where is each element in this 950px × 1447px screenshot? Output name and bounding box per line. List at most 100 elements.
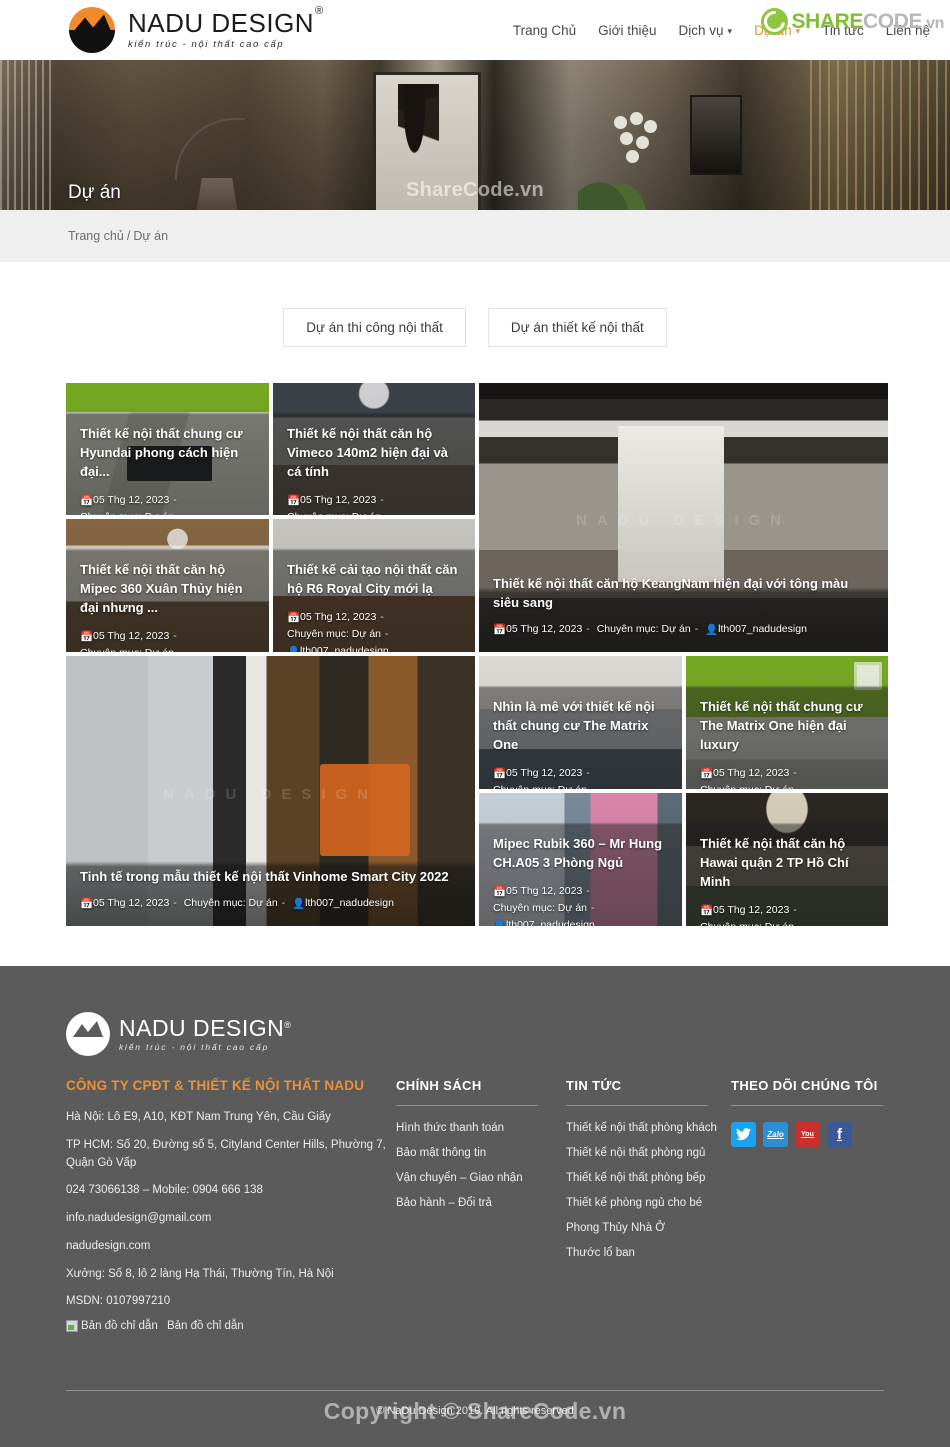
site-logo[interactable]: NADU DESIGN® kiến trúc - nội thất cao cấ…	[66, 4, 323, 56]
project-title: Thiết kế nội thất căn hộ KeangNam hiện đ…	[493, 576, 849, 610]
sharecode-watermark-hero: ShareCode.vn	[405, 179, 545, 201]
calendar-icon: 📅	[493, 623, 507, 636]
nav-item-dich-vu[interactable]: Dịch vụ ▾	[679, 23, 733, 38]
project-card-r6royal[interactable]: Thiết kế cải tạo nội thất căn hộ R6 Roya…	[273, 519, 475, 652]
project-card-matrix-one-2[interactable]: Thiết kế nội thất chung cư The Matrix On…	[686, 656, 888, 789]
project-caption: Thiết kế nội thất chung cư Hyundai phong…	[66, 425, 269, 515]
news-link-phong-ngu[interactable]: Thiết kế nội thất phòng ngủ	[566, 1147, 731, 1159]
chevron-down-icon: ▾	[727, 25, 733, 36]
news-link-phong-bep[interactable]: Thiết kế nội thất phòng bếp	[566, 1172, 731, 1184]
footer-email[interactable]: info.nadudesign@gmail.com	[66, 1210, 396, 1228]
project-meta: 📅05 Thg 12, 2023- Chuyên mục: Dự án- 👤lt…	[700, 902, 874, 926]
meta-dash: -	[591, 902, 595, 914]
user-icon: 👤	[705, 623, 719, 636]
category-label: Chuyên mục:	[287, 628, 349, 640]
project-title: Thiết kế cải tạo nội thất căn hộ R6 Roya…	[287, 562, 458, 596]
meta-dash: -	[380, 610, 384, 623]
calendar-icon: 📅	[700, 904, 714, 917]
meta-dash: -	[173, 629, 177, 642]
project-date: 05 Thg 12, 2023	[506, 884, 583, 897]
category-label: Chuyên mục:	[287, 511, 349, 515]
project-author: lth007_nadudesign	[718, 622, 807, 635]
project-category: Dự án	[661, 622, 691, 635]
hero-chandelier-icon	[612, 112, 660, 164]
project-title: Tinh tế trong mẫu thiết kế nội thất Vinh…	[80, 868, 449, 884]
hero-portrait-frame	[690, 95, 742, 175]
footer-logo[interactable]: NADU DESIGN® kiến trúc - nội thất cao cấ…	[66, 1012, 884, 1056]
breadcrumb-home[interactable]: Trang chủ	[68, 229, 124, 243]
meta-dash: -	[798, 784, 802, 789]
news-link-phong-thuy[interactable]: Phong Thủy Nhà Ở	[566, 1222, 731, 1234]
meta-dash: -	[793, 766, 797, 779]
project-caption: Thiết kế nội thất căn hộ KeangNam hiện đ…	[479, 575, 888, 638]
project-card-hawai[interactable]: Thiết kế nội thất căn hộ Hawai quận 2 TP…	[686, 793, 888, 926]
nav-label: Tin tức	[822, 22, 864, 38]
zalo-icon[interactable]: Zalo	[763, 1122, 788, 1147]
facebook-icon[interactable]: f	[827, 1122, 852, 1147]
news-link-phong-khach[interactable]: Thiết kế nội thất phòng khách	[566, 1122, 731, 1134]
project-category: Dự án	[765, 921, 794, 926]
footer-map-link[interactable]: Bản đồ chỉ dẫn Bản đồ chỉ dẫn	[66, 1319, 396, 1332]
footer-address-hcm: TP HCM: Số 20, Đường số 5, Cityland Cent…	[66, 1138, 386, 1169]
project-card-vimeco[interactable]: Thiết kế nội thất căn hộ Vimeco 140m2 hi…	[273, 383, 475, 515]
project-meta: 📅05 Thg 12, 2023- Chuyên mục: Dự án- 👤lt…	[493, 883, 668, 926]
news-link-phong-ngu-cho-be[interactable]: Thiết kế phòng ngủ cho bé	[566, 1197, 731, 1209]
chevron-down-icon: ▾	[795, 25, 801, 36]
project-date: 05 Thg 12, 2023	[506, 766, 583, 779]
nav-item-trang-chu[interactable]: Trang Chủ	[513, 23, 576, 38]
filter-thiet-ke-noi-that[interactable]: Dự án thiết kế nội thất	[487, 308, 667, 347]
heading-rule	[731, 1105, 883, 1106]
registered-mark: ®	[284, 1019, 292, 1030]
filter-thi-cong-noi-that[interactable]: Dự án thi công nội thất	[283, 308, 466, 347]
meta-dash: -	[694, 622, 699, 635]
category-label: Chuyên mục:	[183, 896, 246, 909]
nav-label: Liên hệ	[885, 22, 930, 38]
project-title: Thiết kế nội thất căn hộ Mipec 360 Xuân …	[80, 562, 243, 615]
meta-dash: -	[173, 493, 177, 506]
project-caption: Tinh tế trong mẫu thiết kế nội thất Vinh…	[66, 868, 475, 912]
footer-company-column: CÔNG TY CPĐT & THIẾT KẾ NỘI THẤT NADU Hà…	[66, 1078, 396, 1332]
meta-dash: -	[178, 647, 182, 652]
category-label: Chuyên mục:	[80, 647, 142, 652]
meta-dash: -	[586, 622, 590, 635]
project-card-hyundai[interactable]: Thiết kế nội thất chung cư Hyundai phong…	[66, 383, 269, 515]
project-meta: 📅05 Thg 12, 2023- Chuyên mục: Dự án- 👤lt…	[493, 621, 874, 638]
news-link-thuoc-lo-ban[interactable]: Thước lổ ban	[566, 1247, 731, 1259]
twitter-icon[interactable]	[731, 1122, 756, 1147]
nav-item-gioi-thieu[interactable]: Giới thiệu	[598, 23, 656, 38]
footer-website[interactable]: nadudesign.com	[66, 1238, 396, 1256]
project-date: 05 Thg 12, 2023	[300, 493, 377, 506]
project-meta: 📅05 Thg 12, 2023- Chuyên mục: Dự án- 👤lt…	[80, 628, 255, 652]
project-caption: Thiết kế cải tạo nội thất căn hộ R6 Roya…	[273, 561, 475, 652]
policy-link-payment[interactable]: Hình thức thanh toán	[396, 1122, 566, 1134]
map-alt-text: Bản đồ chỉ dẫn	[81, 1319, 158, 1332]
project-author: lth007_nadudesign	[506, 919, 595, 926]
nav-item-lien-he[interactable]: Liên hệ	[886, 23, 930, 38]
nav-label: Dự án	[754, 22, 792, 38]
project-card-matrix-one-1[interactable]: Nhìn là mê với thiết kế nội thất chung c…	[479, 656, 682, 789]
project-card-keangnam[interactable]: NADU DESIGN Thiết kế nội thất căn hộ Kea…	[479, 383, 888, 652]
meta-dash: -	[385, 511, 389, 515]
policy-link-warranty[interactable]: Bảo hành – Đổi trả	[396, 1197, 566, 1209]
youtube-icon[interactable]: You	[795, 1122, 820, 1147]
project-category: Dự án	[352, 511, 381, 515]
footer-columns: CÔNG TY CPĐT & THIẾT KẾ NỘI THẤT NADU Hà…	[66, 1078, 884, 1332]
heading-rule	[566, 1105, 708, 1106]
footer-news-column: TIN TỨC Thiết kế nội thất phòng khách Th…	[566, 1078, 731, 1332]
nav-item-du-an[interactable]: Dự án ▾	[754, 23, 800, 38]
project-card-mipec360[interactable]: Thiết kế nội thất căn hộ Mipec 360 Xuân …	[66, 519, 269, 652]
project-title: Thiết kế nội thất căn hộ Vimeco 140m2 hi…	[287, 426, 448, 479]
footer-phone[interactable]: 024 73066138 – Mobile: 0904 666 138	[66, 1182, 396, 1200]
project-meta: 📅05 Thg 12, 2023- Chuyên mục: Dự án- 👤lt…	[287, 609, 461, 652]
category-label: Chuyên mục:	[493, 784, 555, 789]
project-date: 05 Thg 12, 2023	[506, 622, 583, 635]
grid-row-1: Thiết kế nội thất chung cư Hyundai phong…	[66, 383, 888, 652]
main-nav: Trang Chủ Giới thiệu Dịch vụ ▾ Dự án ▾ Tin…	[513, 23, 934, 38]
project-card-rubik360[interactable]: Mipec Rubik 360 – Mr Hung CH.A05 3 Phòng…	[479, 793, 682, 926]
project-card-vinhome[interactable]: NADU DESIGN Tinh tế trong mẫu thiết kế n…	[66, 656, 475, 926]
nav-item-tin-tuc[interactable]: Tin tức	[822, 23, 864, 38]
category-label: Chuyên mục:	[596, 622, 659, 635]
policy-link-privacy[interactable]: Bảo mật thông tin	[396, 1147, 566, 1159]
site-footer: NADU DESIGN® kiến trúc - nội thất cao cấ…	[0, 966, 950, 1447]
policy-link-shipping[interactable]: Vận chuyển – Giao nhận	[396, 1172, 566, 1184]
